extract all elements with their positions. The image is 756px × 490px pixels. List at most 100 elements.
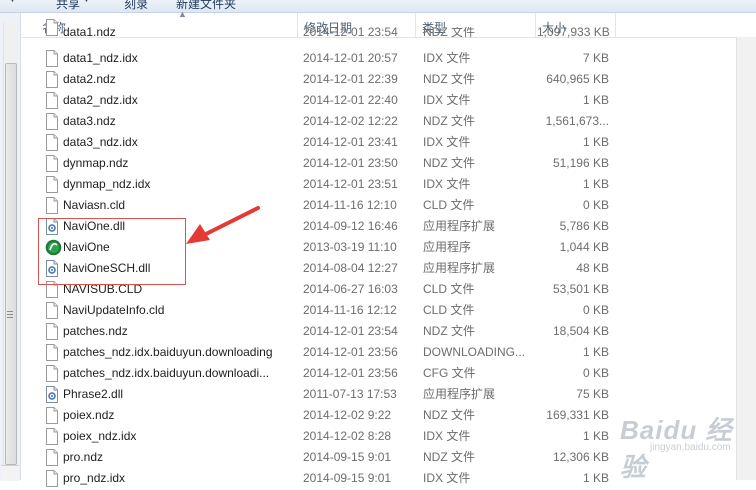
file-size: 1 KB [582, 177, 609, 191]
chevron-down-icon[interactable]: ▼ [8, 0, 17, 4]
file-size: 0 KB [582, 366, 609, 380]
file-type: NDZ 文件 [423, 72, 475, 86]
file-size: 7 KB [582, 51, 609, 65]
file-row[interactable]: dynmap_ndz.idx 2014-12-01 23:51 IDX 文件 1 KB [21, 174, 736, 195]
file-type: IDX 文件 [423, 471, 471, 485]
file-size: 53,501 KB [552, 282, 609, 296]
file-name: patches.ndz [63, 324, 128, 338]
file-date-modified: 2013-03-19 11:10 [303, 240, 397, 254]
file-size: 1 KB [582, 471, 609, 485]
file-icon [45, 155, 59, 172]
file-date-modified: 2014-12-02 9:22 [303, 408, 392, 422]
file-row[interactable]: patches.ndz 2014-12-01 23:54 NDZ 文件 18,504 … [21, 321, 736, 342]
dll-icon [45, 386, 59, 403]
file-row[interactable]: patches_ndz.idx.baiduyun.downloading 2014… [21, 342, 736, 363]
file-icon [45, 470, 59, 487]
file-icon [45, 176, 59, 193]
file-type: NDZ 文件 [423, 156, 475, 170]
file-date-modified: 2014-12-01 23:56 [303, 345, 398, 359]
file-size: 48 KB [576, 261, 609, 275]
file-date-modified: 2014-12-01 20:57 [303, 51, 398, 65]
file-type: IDX 文件 [423, 135, 471, 149]
file-name: dynmap_ndz.idx [63, 177, 151, 191]
file-size: 51,196 KB [552, 156, 609, 170]
file-name: pro.ndz [63, 450, 104, 464]
file-date-modified: 2014-12-01 23:54 [303, 324, 398, 338]
file-date-modified: 2011-07-13 17:53 [303, 387, 397, 401]
file-row[interactable]: data2.ndz 2014-12-01 22:39 NDZ 文件 640,965 K… [21, 69, 736, 90]
file-name: patches_ndz.idx.baiduyun.downloadi... [63, 366, 270, 380]
file-icon [45, 365, 59, 382]
nav-scrollbar-thumb[interactable] [5, 63, 17, 465]
file-date-modified: 2014-09-15 9:01 [303, 471, 392, 485]
file-name: patches_ndz.idx.baiduyun.downloading [63, 345, 273, 359]
file-icon [45, 323, 59, 340]
file-type: 应用程序扩展 [423, 387, 496, 401]
file-type: CFG 文件 [423, 366, 476, 380]
file-row[interactable]: data2_ndz.idx 2014-12-01 22:40 IDX 文件 1 KB [21, 90, 736, 111]
file-name: data2.ndz [63, 72, 116, 86]
explorer-toolbar: ▼ 共享 ▼ 刻录 新建文件夹 [0, 0, 756, 13]
annotation-arrow-icon [186, 206, 260, 244]
file-type: IDX 文件 [423, 51, 471, 65]
file-type: IDX 文件 [423, 93, 471, 107]
file-icon [45, 50, 59, 67]
file-row[interactable]: NaviUpdateInfo.cld 2014-11-16 12:12 CLD 文件… [21, 300, 736, 321]
file-icon [45, 197, 59, 214]
file-type: CLD 文件 [423, 198, 475, 212]
baidu-watermark: Baidu 经验 jingyan.baidu.com [590, 406, 756, 482]
file-name: data1.ndz [63, 27, 116, 39]
file-date-modified: 2014-12-01 22:39 [303, 72, 398, 86]
burn-button[interactable]: 刻录 [124, 0, 148, 12]
file-name: NaviUpdateInfo.cld [63, 303, 165, 317]
file-type: NDZ 文件 [423, 114, 475, 128]
file-type: 应用程序扩展 [423, 219, 496, 233]
file-date-modified: 2014-12-01 23:41 [303, 135, 398, 149]
file-date-modified: 2014-12-01 23:56 [303, 366, 398, 380]
file-size: 75 KB [576, 387, 609, 401]
file-type: IDX 文件 [423, 177, 471, 191]
file-row[interactable]: Phrase2.dll 2011-07-13 17:53 应用程序扩展 75 KB [21, 384, 736, 405]
file-name: poiex_ndz.idx [63, 429, 137, 443]
file-date-modified: 2014-12-01 23:54 [303, 27, 398, 39]
file-date-modified: 2014-09-12 16:46 [303, 219, 398, 233]
file-date-modified: 2014-11-16 12:12 [303, 303, 397, 317]
file-row[interactable]: data3.ndz 2014-12-02 12:22 NDZ 文件 1,561,673… [21, 111, 736, 132]
file-size: 640,965 KB [546, 72, 609, 86]
file-type: DOWNLOADING... [423, 345, 526, 359]
file-icon [45, 134, 59, 151]
file-row[interactable]: Naviasn.cld 2014-11-16 12:10 CLD 文件 0 KB [21, 195, 736, 216]
file-type: 应用程序 [423, 240, 472, 254]
file-date-modified: 2014-12-01 23:51 [303, 177, 398, 191]
file-name: data2_ndz.idx [63, 93, 138, 107]
file-row[interactable]: data1.ndz 2014-12-01 23:54 NDZ 文件 1,097,933… [21, 19, 736, 38]
file-type: CLD 文件 [423, 303, 475, 317]
file-row[interactable]: patches_ndz.idx.baiduyun.downloadi... 201… [21, 363, 736, 384]
file-icon [45, 302, 59, 319]
file-type: NDZ 文件 [423, 408, 475, 422]
file-icon [45, 71, 59, 88]
file-name: data1_ndz.idx [63, 51, 138, 65]
file-name: poiex.ndz [63, 408, 115, 422]
file-row[interactable]: data1_ndz.idx 2014-12-01 20:57 IDX 文件 7 KB [21, 48, 736, 69]
file-date-modified: 2014-06-27 16:03 [303, 282, 398, 296]
share-button[interactable]: 共享 [56, 0, 80, 12]
file-row[interactable]: data3_ndz.idx 2014-12-01 23:41 IDX 文件 1 KB [21, 132, 736, 153]
navigation-pane [0, 13, 21, 481]
file-icon [45, 344, 59, 361]
file-date-modified: 2014-12-02 12:22 [303, 114, 398, 128]
file-row[interactable]: dynmap.ndz 2014-12-01 23:50 NDZ 文件 51,196 K… [21, 153, 736, 174]
file-size: 18,504 KB [552, 324, 609, 338]
file-type: NDZ 文件 [423, 450, 475, 464]
file-type: IDX 文件 [423, 429, 471, 443]
file-size: 1 KB [582, 93, 609, 107]
file-date-modified: 2014-12-02 8:28 [303, 429, 392, 443]
chevron-down-icon[interactable]: ▼ [82, 0, 91, 4]
highlight-annotation-box [38, 218, 186, 285]
file-name: Phrase2.dll [63, 387, 124, 401]
file-icon [45, 407, 59, 424]
file-size: 1,044 KB [559, 240, 609, 254]
file-size: 1,097,933 KB [537, 27, 609, 39]
file-icon [45, 113, 59, 130]
file-name: dynmap.ndz [63, 156, 129, 170]
